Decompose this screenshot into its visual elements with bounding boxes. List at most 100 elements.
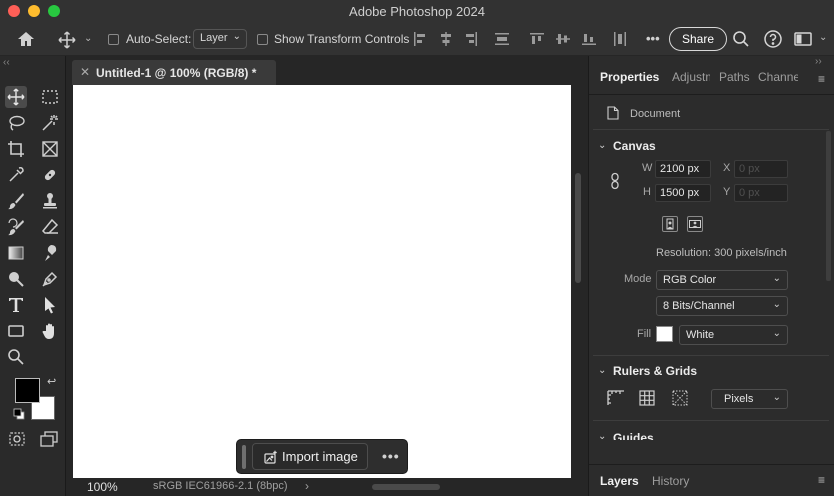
canvas-collapse-icon[interactable]: ⌄ — [598, 140, 606, 151]
align-horizontal-centers-icon[interactable] — [438, 31, 454, 50]
type-tool-icon[interactable] — [5, 294, 27, 316]
help-icon[interactable] — [763, 29, 783, 52]
tab-properties[interactable]: Properties — [600, 70, 659, 84]
quick-mask-icon[interactable] — [6, 428, 28, 450]
height-input[interactable]: 1500 px — [655, 184, 711, 202]
pixel-grid-icon[interactable] — [672, 390, 688, 409]
search-icon[interactable] — [732, 30, 750, 51]
vertical-scrollbar[interactable] — [575, 173, 581, 283]
fill-dropdown[interactable]: White ⌄ — [679, 325, 788, 345]
rulers-grids-title[interactable]: Rulers & Grids — [613, 364, 697, 378]
zoom-tool-icon[interactable] — [5, 346, 27, 368]
panel-scrollbar[interactable] — [826, 131, 831, 281]
x-input[interactable]: 0 px — [734, 160, 788, 178]
more-options-button[interactable]: ••• — [646, 31, 660, 46]
bit-depth-dropdown[interactable]: 8 Bits/Channel ⌄ — [656, 296, 788, 316]
document-tab-title: Untitled-1 @ 100% (RGB/8) * — [96, 66, 257, 80]
distribute-vertical-icon[interactable] — [494, 31, 510, 50]
canvas-section-title[interactable]: Canvas — [613, 139, 656, 153]
collapse-panels-icon[interactable]: ›› — [815, 56, 822, 67]
auto-select-checkbox[interactable] — [108, 34, 119, 45]
properties-panel: ›› Properties Adjustm Paths Channe ≡ Doc… — [588, 56, 834, 496]
distribute-horizontal-icon[interactable] — [612, 31, 628, 50]
y-input[interactable]: 0 px — [734, 184, 788, 202]
auto-select-dropdown[interactable]: Layer ⌄ — [193, 29, 247, 49]
link-dimensions-icon[interactable] — [609, 172, 621, 193]
document-tab-bar: ✕ Untitled-1 @ 100% (RGB/8) * — [66, 56, 588, 85]
guides-collapse-icon[interactable]: ⌄ — [598, 431, 606, 440]
brush-tool-icon[interactable] — [5, 190, 27, 212]
workspace-icon[interactable] — [794, 31, 812, 50]
layers-menu-icon[interactable]: ≡ — [818, 473, 825, 487]
path-selection-icon[interactable] — [39, 294, 61, 316]
align-top-edges-icon[interactable] — [529, 31, 545, 50]
close-tab-icon[interactable]: ✕ — [80, 65, 90, 79]
horizontal-scrollbar[interactable] — [372, 484, 440, 490]
ruler-icon[interactable] — [607, 390, 625, 409]
align-bottom-edges-icon[interactable] — [581, 31, 597, 50]
ruler-units-value: Pixels — [724, 393, 754, 405]
grid-icon[interactable] — [639, 390, 655, 409]
workspace-chevron-icon[interactable]: ⌄ — [819, 32, 827, 43]
tab-paths[interactable]: Paths — [719, 70, 750, 84]
tab-channels[interactable]: Channe — [758, 70, 798, 84]
landscape-orientation-icon[interactable] — [687, 216, 703, 232]
swap-colors-icon[interactable]: ↩ — [47, 375, 56, 388]
screen-mode-icon[interactable] — [38, 428, 60, 450]
zoom-level[interactable]: 100% — [87, 480, 118, 494]
share-button[interactable]: Share — [669, 27, 728, 51]
align-vertical-centers-icon[interactable] — [555, 31, 571, 50]
hand-tool-icon[interactable] — [39, 320, 61, 342]
width-input[interactable]: 2100 px — [655, 160, 711, 178]
auto-select-label: Auto-Select: — [126, 32, 192, 46]
tool-preset-chevron-icon[interactable]: ⌄ — [84, 33, 92, 44]
tools-panel: ‹‹ ↩ — [0, 56, 66, 496]
align-left-edges-icon[interactable] — [412, 31, 428, 50]
lasso-tool-icon[interactable] — [5, 112, 27, 134]
move-tool-preset-icon[interactable] — [57, 30, 77, 53]
panel-menu-icon[interactable]: ≡ — [818, 72, 825, 86]
eyedropper-icon[interactable] — [5, 164, 27, 186]
document-canvas[interactable] — [73, 85, 571, 478]
guides-section: ⌄ Guides — [589, 428, 834, 440]
frame-tool-icon[interactable] — [39, 138, 61, 160]
history-brush-icon[interactable] — [5, 216, 27, 238]
show-transform-label: Show Transform Controls — [274, 32, 410, 46]
foreground-color-swatch[interactable] — [15, 378, 40, 403]
mode-label: Mode — [624, 273, 652, 285]
document-label: Document — [630, 108, 681, 120]
magic-wand-icon[interactable] — [39, 112, 61, 134]
fill-color-swatch[interactable] — [656, 326, 673, 342]
gradient-tool-icon[interactable] — [5, 242, 27, 264]
drag-handle[interactable] — [242, 445, 246, 469]
ruler-units-dropdown[interactable]: Pixels ⌄ — [711, 389, 788, 409]
contextual-more-button[interactable]: ••• — [382, 448, 400, 464]
eraser-tool-icon[interactable] — [39, 216, 61, 238]
pen-tool-icon[interactable] — [39, 268, 61, 290]
show-transform-checkbox[interactable] — [257, 34, 268, 45]
import-image-icon — [264, 450, 277, 464]
align-right-edges-icon[interactable] — [463, 31, 479, 50]
healing-brush-icon[interactable] — [39, 164, 61, 186]
guides-title[interactable]: Guides — [613, 431, 654, 440]
collapse-tools-icon[interactable]: ‹‹ — [3, 57, 10, 68]
status-info-chevron-icon[interactable]: › — [305, 479, 309, 493]
tab-adjustments[interactable]: Adjustm — [672, 70, 710, 84]
tab-layers[interactable]: Layers — [600, 474, 639, 488]
default-colors-icon[interactable] — [13, 408, 25, 423]
layers-panel-header: Layers History ≡ — [589, 464, 834, 496]
import-image-button[interactable]: Import image — [252, 443, 368, 470]
color-mode-dropdown[interactable]: RGB Color ⌄ — [656, 270, 788, 290]
move-tool-icon[interactable] — [5, 86, 27, 108]
tab-history[interactable]: History — [652, 474, 689, 488]
smudge-tool-icon[interactable] — [39, 242, 61, 264]
document-tab[interactable]: ✕ Untitled-1 @ 100% (RGB/8) * — [72, 60, 276, 85]
marquee-tool-icon[interactable] — [39, 86, 61, 108]
portrait-orientation-icon[interactable] — [662, 216, 678, 232]
clone-stamp-icon[interactable] — [39, 190, 61, 212]
home-icon[interactable] — [16, 30, 36, 51]
crop-tool-icon[interactable] — [5, 138, 27, 160]
rulers-collapse-icon[interactable]: ⌄ — [598, 365, 606, 376]
dodge-tool-icon[interactable] — [5, 268, 27, 290]
rectangle-tool-icon[interactable] — [5, 320, 27, 342]
